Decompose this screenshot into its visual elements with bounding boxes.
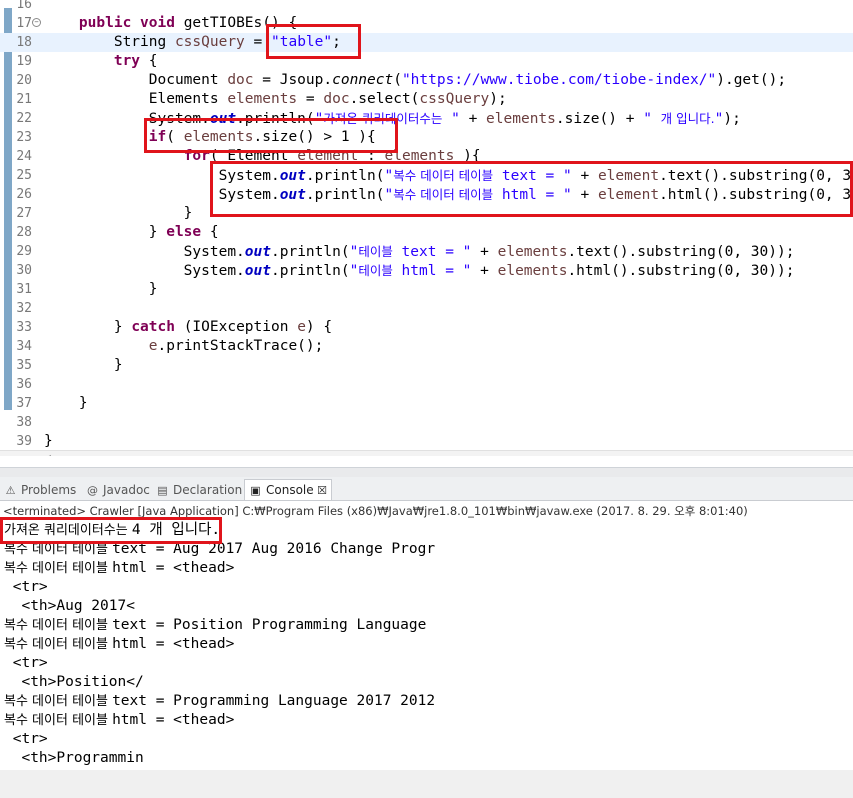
- code-line[interactable]: 18 String cssQuery = "table";: [0, 33, 853, 52]
- code-text: Elements elements = doc.select(cssQuery)…: [44, 91, 507, 107]
- console-line: 복수 데이터 테이블 html = <thead>: [4, 636, 235, 652]
- status-bar: [0, 770, 853, 798]
- console-line: 복수 데이터 테이블 html = <thead>: [4, 712, 235, 728]
- code-line[interactable]: 35 }: [0, 356, 853, 375]
- code-text: System.out.println("테이블 text = " + eleme…: [44, 244, 795, 260]
- highlight-box-console-count: [0, 517, 222, 544]
- code-text: }: [44, 357, 123, 373]
- code-text: }: [44, 433, 53, 449]
- code-line[interactable]: 21 Elements elements = doc.select(cssQue…: [0, 90, 853, 109]
- code-line[interactable]: 20 Document doc = Jsoup.connect("https:/…: [0, 71, 853, 90]
- console-line: 복수 데이터 테이블 text = Programming Language 2…: [4, 693, 436, 709]
- tab-javadoc[interactable]: @ Javadoc: [86, 480, 150, 500]
- tab-label: Declaration: [173, 483, 243, 497]
- console-line: <th>Programmin: [4, 750, 144, 766]
- line-number: 35: [16, 358, 32, 373]
- tab-declaration[interactable]: ▤ Declaration: [156, 480, 242, 500]
- console-view[interactable]: <terminated> Crawler [Java Application] …: [0, 501, 853, 798]
- console-icon: ▣: [250, 484, 261, 497]
- line-number: 18: [16, 35, 32, 50]
- fold-toggle-icon[interactable]: −: [32, 18, 41, 27]
- code-line[interactable]: 32: [0, 299, 853, 318]
- line-number: 34: [16, 339, 32, 354]
- code-line[interactable]: 31 }: [0, 280, 853, 299]
- view-tab-bar: ⚠ Problems @ Javadoc ▤ Declaration ▣ Console ☒: [0, 477, 853, 501]
- problems-icon: ⚠: [5, 484, 16, 497]
- tab-label: Console: [266, 483, 314, 497]
- line-number: 22: [16, 111, 32, 126]
- code-text: }: [44, 281, 158, 297]
- line-number: 30: [16, 263, 32, 278]
- line-number: 21: [16, 92, 32, 107]
- line-number: 20: [16, 73, 32, 88]
- code-line[interactable]: 28 } else {: [0, 223, 853, 242]
- line-number: 23: [16, 130, 32, 145]
- code-line[interactable]: 17− public void getTIOBEs() {: [0, 14, 853, 33]
- console-line: <tr>: [4, 731, 48, 747]
- console-line: 복수 데이터 테이블 text = Position Programming L…: [4, 617, 427, 633]
- code-text: }: [44, 395, 88, 411]
- console-line: <th>Aug 2017<: [4, 598, 135, 614]
- line-number: 17: [16, 16, 32, 31]
- highlight-box-table-literal: [266, 24, 361, 59]
- line-number: 38: [16, 415, 32, 430]
- code-text: try {: [113, 53, 158, 69]
- code-text: } catch (IOException e) {: [44, 319, 333, 335]
- code-text: e.printStackTrace();: [148, 338, 324, 354]
- code-line[interactable]: 37 }: [0, 394, 853, 413]
- horizontal-scrollbar[interactable]: ◂: [0, 450, 853, 456]
- line-number: 19: [16, 54, 32, 69]
- line-number: 32: [16, 301, 32, 316]
- code-line[interactable]: 36: [0, 375, 853, 394]
- code-text: public void getTIOBEs() {: [78, 15, 298, 31]
- declaration-icon: ▤: [157, 484, 168, 497]
- line-number: 24: [16, 149, 32, 164]
- console-line: 복수 데이터 테이블 html = <thead>: [4, 560, 235, 576]
- code-editor[interactable]: 16 17− public void getTIOBEs() {18 String…: [0, 0, 853, 456]
- code-line[interactable]: 39}: [0, 432, 853, 451]
- line-number: 39: [16, 434, 32, 449]
- tab-console[interactable]: ▣ Console ☒: [244, 479, 332, 500]
- code-line[interactable]: 16: [0, 0, 853, 14]
- line-number: 33: [16, 320, 32, 335]
- code-text: }: [44, 205, 193, 221]
- code-line[interactable]: 30 System.out.println("테이블 html = " + el…: [0, 261, 853, 280]
- line-number: 16: [16, 0, 32, 12]
- tab-problems[interactable]: ⚠ Problems: [4, 480, 77, 500]
- line-number: 29: [16, 244, 32, 259]
- code-text: } else {: [44, 224, 219, 240]
- highlight-box-println-loop: [210, 161, 853, 217]
- console-line: <tr>: [4, 655, 48, 671]
- scroll-left-icon[interactable]: ◂: [46, 452, 51, 456]
- line-number: 31: [16, 282, 32, 297]
- code-text: Document doc = Jsoup.connect("https://ww…: [44, 72, 787, 88]
- line-number: 25: [16, 168, 32, 183]
- tab-label: Problems: [21, 483, 77, 497]
- highlight-box-if-condition: [144, 118, 398, 153]
- code-line[interactable]: 23 if( elements.size() > 1 ){: [0, 128, 853, 147]
- code-line[interactable]: 38: [0, 413, 853, 432]
- console-line: <tr>: [4, 579, 48, 595]
- line-number: 26: [16, 187, 32, 202]
- line-number: 37: [16, 396, 32, 411]
- code-line[interactable]: 19 try {: [0, 52, 853, 71]
- tab-label: Javadoc: [103, 483, 150, 497]
- code-line[interactable]: 33 } catch (IOException e) {: [0, 318, 853, 337]
- console-line: <th>Position</: [4, 674, 144, 690]
- javadoc-icon: @: [87, 484, 98, 497]
- line-number: 28: [16, 225, 32, 240]
- line-number: 36: [16, 377, 32, 392]
- close-icon[interactable]: ☒: [314, 484, 327, 497]
- code-line[interactable]: 29 System.out.println("테이블 text = " + el…: [0, 242, 853, 261]
- code-line[interactable]: 34 e.printStackTrace();: [0, 337, 853, 356]
- code-line[interactable]: 22 System.out.println("가져온 쿼리데이터수는 " + e…: [0, 109, 853, 128]
- line-number: 27: [16, 206, 32, 221]
- code-text: System.out.println("테이블 html = " + eleme…: [44, 263, 795, 279]
